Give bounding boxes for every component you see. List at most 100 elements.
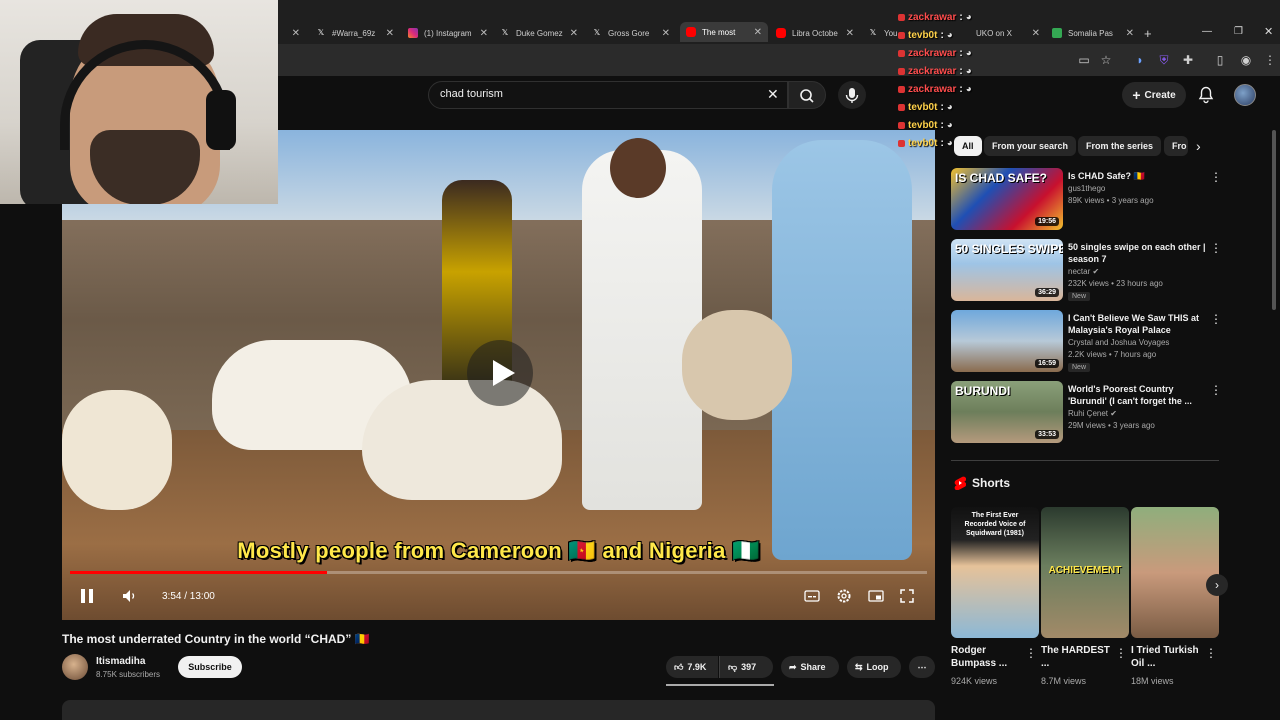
tab-uko[interactable]: UKO on X ✕	[976, 24, 1040, 42]
pause-button[interactable]	[80, 586, 94, 606]
tab-close-icon[interactable]: ✕	[846, 28, 854, 39]
create-button[interactable]: + Create	[1122, 82, 1186, 108]
chat-username: tevb0t	[908, 120, 938, 131]
tab-close-icon[interactable]: ✕	[1126, 28, 1134, 39]
video-caption: Mostly people from Cameroon 🇨🇲 and Niger…	[237, 538, 760, 563]
recommendation-thumbnail[interactable]: IS CHAD SAFE? 19:56	[951, 168, 1063, 230]
tab-warra[interactable]: 𝕏 #Warra_69z ✕	[316, 24, 394, 42]
recommendation-title[interactable]: 50 singles swipe on each other | season …	[1068, 241, 1208, 265]
bookmark-star-icon[interactable]: ☆	[1098, 52, 1114, 68]
shorts-next-button[interactable]: ›	[1206, 574, 1228, 596]
x-logo-icon: 𝕏	[317, 28, 325, 37]
short-thumbnail[interactable]: The First Ever Recorded Voice of Squidwa…	[951, 507, 1039, 638]
recommendation-thumbnail[interactable]: 50 SINGLES SWIPE IRL 36:29	[951, 239, 1063, 301]
thumbnail-text: IS CHAD SAFE?	[955, 171, 1048, 185]
recommendation-channel[interactable]: nectar ✔	[1068, 266, 1099, 278]
recommendation-channel[interactable]: gus1thego	[1068, 183, 1105, 195]
channel-name[interactable]: Itismadiha	[96, 656, 145, 667]
captions-icon[interactable]	[804, 586, 820, 606]
voice-search-button[interactable]	[838, 81, 866, 109]
tab-close-icon[interactable]: ✕	[754, 27, 762, 38]
fullscreen-icon[interactable]	[900, 586, 914, 606]
close-window-icon[interactable]: ✕	[1264, 25, 1273, 38]
more-options-icon[interactable]: ⋮	[1210, 241, 1222, 255]
restore-icon[interactable]: ❐	[1234, 26, 1243, 37]
tab-close-icon[interactable]: ✕	[480, 28, 488, 39]
headphone-earcup	[206, 90, 236, 150]
tab-close-icon[interactable]: ✕	[662, 28, 670, 39]
more-options-icon[interactable]: ⋮	[1205, 646, 1217, 660]
chip-from-the-series[interactable]: From the series	[1078, 136, 1162, 156]
search-query[interactable]: chad tourism	[440, 88, 503, 100]
recommendation-thumbnail[interactable]: 16:59	[951, 310, 1063, 372]
more-options-icon[interactable]: ⋮	[1025, 646, 1037, 660]
chat-badge-icon	[898, 50, 905, 57]
chat-emote-icon: ◕	[946, 120, 953, 131]
more-horizontal-icon: ⋯	[917, 661, 927, 672]
chip-from-your-search[interactable]: From your search	[984, 136, 1077, 156]
more-actions-button[interactable]: ⋯	[909, 656, 935, 678]
tab-active-youtube[interactable]: The most ✕	[680, 22, 768, 42]
recommendation-thumbnail[interactable]: BURUNDI 33:53	[951, 381, 1063, 443]
tab-close-icon[interactable]: ✕	[386, 28, 394, 39]
cast-icon[interactable]: ▭	[1076, 52, 1092, 68]
miniplayer-icon[interactable]	[868, 586, 884, 606]
chips-next-chevron-icon[interactable]: ›	[1196, 138, 1201, 154]
tab-close-partial[interactable]: ✕	[286, 24, 300, 42]
description-box[interactable]	[62, 700, 935, 720]
minimize-icon[interactable]: —	[1202, 26, 1212, 37]
clear-search-icon[interactable]: ✕	[767, 86, 779, 103]
more-options-icon[interactable]: ⋮	[1210, 170, 1222, 184]
notifications-button[interactable]	[1198, 86, 1214, 109]
chip-partial[interactable]: Fro	[1164, 136, 1188, 156]
chip-all[interactable]: All	[954, 136, 982, 156]
settings-gear-icon[interactable]	[836, 586, 852, 606]
share-button[interactable]: ➦ Share	[781, 656, 839, 678]
more-options-icon[interactable]: ⋮	[1115, 646, 1127, 660]
short-thumbnail[interactable]	[1131, 507, 1219, 638]
shield-icon[interactable]: ⛨	[1156, 52, 1172, 68]
tab-libra[interactable]: Libra Octobe ✕	[776, 24, 854, 42]
tab-close-icon[interactable]: ✕	[1032, 28, 1040, 39]
thumbnail-text: BURUNDI	[955, 384, 1011, 398]
chat-message: tevb0t: ◕	[898, 120, 953, 131]
loop-button[interactable]: ⇆ Loop	[847, 656, 901, 678]
recommendation-title[interactable]: I Can't Believe We Saw THIS at Malaysia'…	[1068, 312, 1208, 336]
share-icon: ➦	[789, 661, 797, 672]
short-thumbnail-text: The First Ever Recorded Voice of Squidwa…	[964, 512, 1026, 537]
extension-icon[interactable]: ◗	[1132, 52, 1148, 68]
search-button[interactable]	[788, 81, 826, 109]
volume-button[interactable]	[122, 586, 138, 606]
video-duration: 16:59	[1035, 359, 1059, 368]
sidebar-icon[interactable]: ▯	[1212, 52, 1228, 68]
tab-close-icon[interactable]: ✕	[570, 28, 578, 39]
menu-kebab-icon[interactable]: ⋮	[1262, 52, 1278, 68]
puzzle-icon[interactable]: ✚	[1180, 52, 1196, 68]
new-tab-button[interactable]: +	[1144, 24, 1158, 42]
short-thumbnail[interactable]: ACHIEVEMENT	[1041, 507, 1129, 638]
short-title[interactable]: The HARDEST ...	[1041, 644, 1111, 670]
dislike-button[interactable]: 👎︎ 397	[719, 656, 773, 678]
page-scrollbar[interactable]	[1272, 130, 1276, 310]
chat-username: zackrawar	[908, 84, 957, 95]
recommendation-channel[interactable]: Ruhi Çenet ✔	[1068, 408, 1117, 420]
play-overlay-button[interactable]	[467, 340, 533, 406]
short-title[interactable]: Rodger Bumpass ...	[951, 644, 1021, 670]
tab-somalia[interactable]: Somalia Pas ✕	[1052, 24, 1134, 42]
like-ratio-bar	[666, 684, 774, 686]
more-options-icon[interactable]: ⋮	[1210, 312, 1222, 326]
subscribe-button[interactable]: Subscribe	[178, 656, 242, 678]
tab-instagram[interactable]: (1) Instagram ✕	[408, 24, 488, 42]
volume-icon	[123, 590, 135, 602]
tab-duke-gomez[interactable]: 𝕏 Duke Gomez ✕	[500, 24, 578, 42]
more-options-icon[interactable]: ⋮	[1210, 383, 1222, 397]
recommendation-title[interactable]: World's Poorest Country 'Burundi' (I can…	[1068, 383, 1208, 407]
channel-avatar[interactable]	[62, 654, 88, 680]
like-button[interactable]: 👍︎ 7.9K	[666, 656, 718, 678]
account-avatar[interactable]	[1234, 84, 1256, 106]
tab-gross-gore[interactable]: 𝕏 Gross Gore ✕	[592, 24, 670, 42]
recommendation-title[interactable]: Is CHAD Safe? 🇹🇩	[1068, 170, 1208, 182]
profile-icon[interactable]: ◉	[1238, 52, 1254, 68]
short-title[interactable]: I Tried Turkish Oil ...	[1131, 644, 1201, 670]
recommendation-channel[interactable]: Crystal and Joshua Voyages	[1068, 337, 1169, 349]
